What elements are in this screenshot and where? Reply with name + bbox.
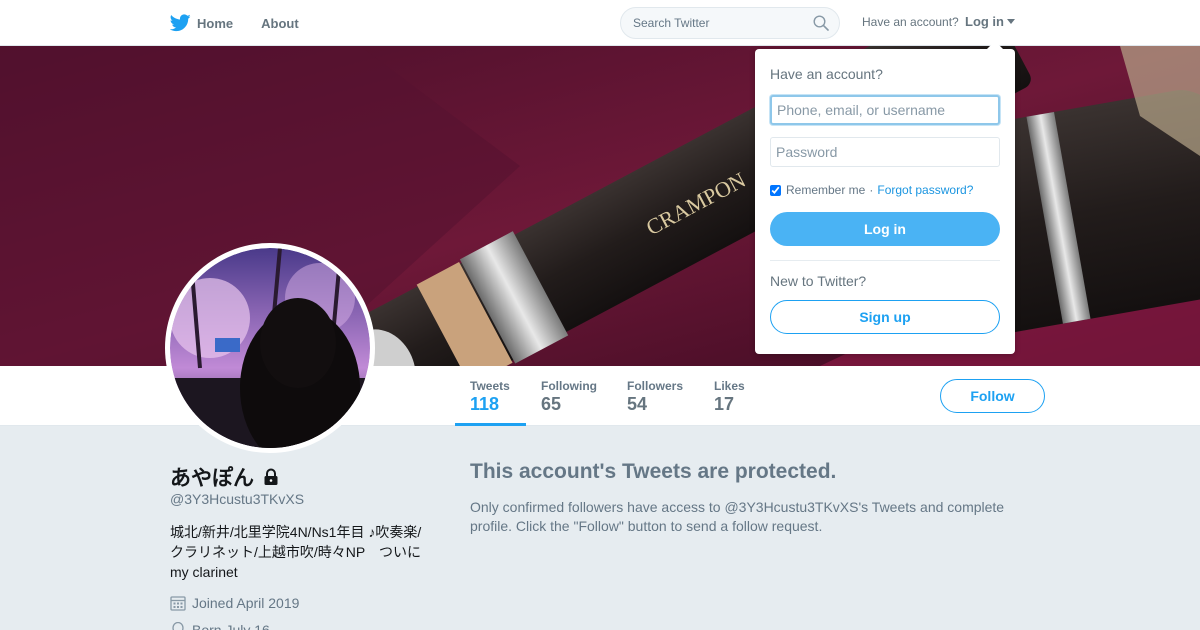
search-box — [620, 7, 840, 39]
stat-likes[interactable]: Likes 17 — [714, 366, 764, 426]
dropdown-divider — [770, 260, 1000, 261]
profile-birthday: Born July 16 — [170, 622, 270, 630]
nav-left: Home About — [170, 0, 327, 46]
bio-line: クラリネット/上越市吹/時々NP ついに — [170, 544, 421, 560]
twitter-bird-icon — [170, 14, 191, 32]
joined-text: Joined April 2019 — [192, 595, 300, 611]
about-link[interactable]: About — [261, 16, 299, 31]
forgot-password-link[interactable]: Forgot password? — [877, 183, 973, 197]
stat-value: 54 — [627, 394, 648, 414]
profile-avatar[interactable] — [165, 243, 375, 453]
stat-value: 65 — [541, 394, 562, 414]
dropdown-title: Have an account? — [770, 66, 883, 82]
password-field[interactable] — [770, 137, 1000, 167]
bio-line: my clarinet — [170, 564, 238, 580]
search-input[interactable] — [633, 16, 803, 30]
separator-dot: · — [869, 183, 874, 197]
top-navigation-bar: Home About Have an account? Log in — [0, 0, 1200, 46]
follow-button[interactable]: Follow — [940, 379, 1045, 413]
remember-checkbox[interactable] — [770, 184, 781, 196]
lock-icon — [264, 468, 278, 485]
profile-bio: 城北/新井/北里学院4N/Ns1年目 ♪吹奏楽/ クラリネット/上越市吹/時々N… — [170, 522, 430, 582]
login-dropdown-toggle[interactable]: Log in — [965, 14, 1015, 29]
have-account-text: Have an account? — [862, 15, 959, 29]
search-icon[interactable] — [813, 15, 829, 31]
protected-title: This account's Tweets are protected. — [470, 460, 837, 483]
stat-label: Likes — [714, 379, 745, 393]
stat-label: Following — [541, 379, 597, 393]
login-toggle-label: Log in — [965, 14, 1004, 29]
stat-value: 118 — [470, 394, 500, 414]
login-button[interactable]: Log in — [770, 212, 1000, 246]
born-text: Born July 16 — [192, 622, 270, 630]
remember-row: Remember me · Forgot password? — [770, 183, 973, 197]
balloon-icon — [172, 622, 184, 630]
avatar-photo — [170, 248, 370, 448]
bio-line: 城北/新井/北里学院4N/Ns1年目 ♪吹奏楽/ — [170, 524, 422, 540]
calendar-icon — [170, 596, 186, 611]
profile-name[interactable]: あやぽん — [170, 462, 280, 492]
signup-button[interactable]: Sign up — [770, 300, 1000, 334]
new-to-twitter-text: New to Twitter? — [770, 273, 867, 289]
stat-label: Tweets — [470, 379, 510, 393]
stat-followers[interactable]: Followers 54 — [627, 366, 699, 426]
stat-tweets[interactable]: Tweets 118 — [455, 366, 526, 426]
caret-down-icon — [1007, 19, 1015, 24]
username-field[interactable] — [770, 95, 1000, 125]
login-dropdown: Have an account? Remember me · Forgot pa… — [755, 41, 1015, 354]
stat-label: Followers — [627, 379, 684, 393]
profile-joined-date: Joined April 2019 — [170, 595, 299, 611]
dropdown-arrow — [987, 41, 1003, 49]
remember-label[interactable]: Remember me — [786, 183, 865, 197]
about-label: About — [261, 15, 299, 31]
profile-name-text: あやぽん — [170, 467, 254, 490]
stat-following[interactable]: Following 65 — [541, 366, 613, 426]
home-link[interactable]: Home — [170, 14, 233, 32]
protected-body: Only confirmed followers have access to … — [470, 499, 1005, 534]
stat-value: 17 — [714, 394, 735, 414]
home-label: Home — [197, 15, 234, 31]
profile-handle[interactable]: @3Y3Hcustu3TKvXS — [170, 491, 304, 507]
